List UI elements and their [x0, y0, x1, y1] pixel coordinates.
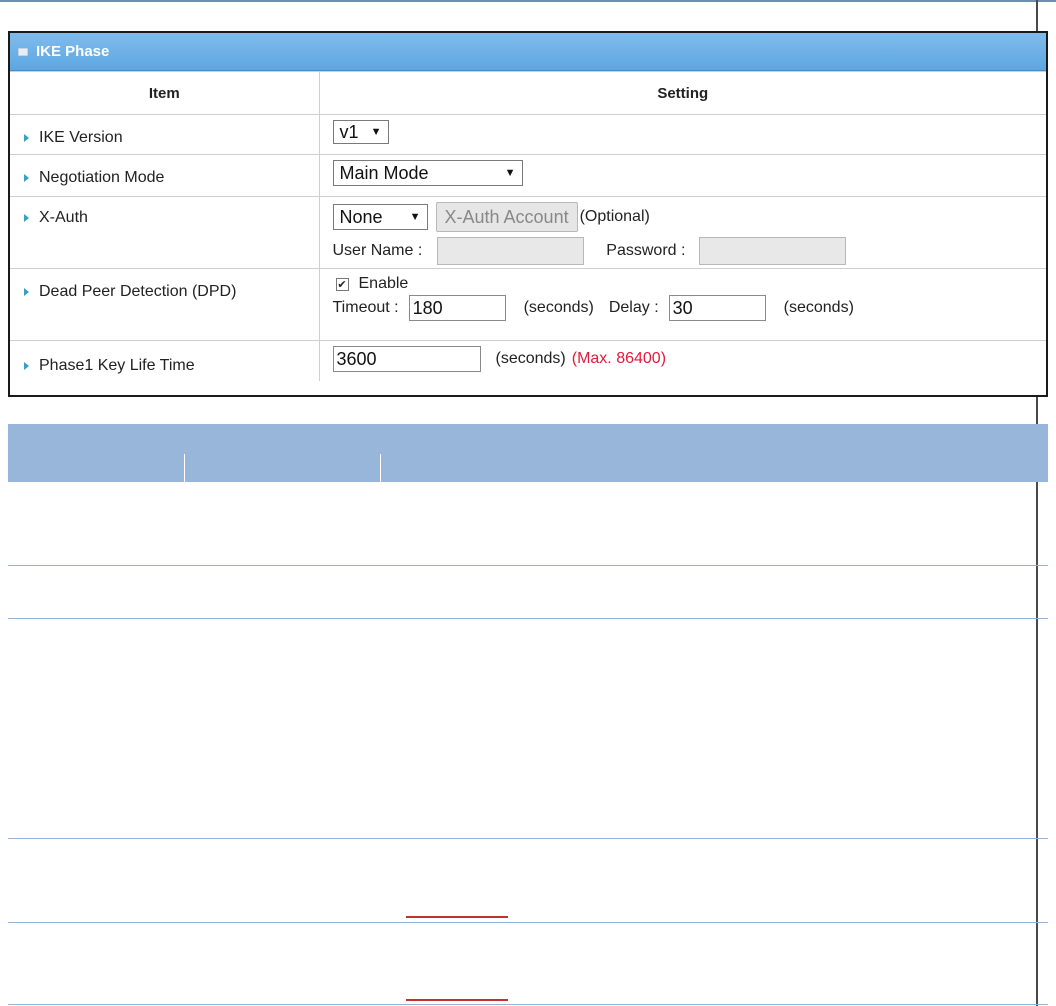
xauth-optional-text: (Optional) [579, 208, 650, 225]
key-life-seconds-text: (seconds) [495, 350, 566, 367]
description-table [8, 424, 1048, 1006]
negotiation-mode-label: Negotiation Mode [39, 169, 165, 186]
panel-header: IKE Phase [10, 33, 1046, 71]
dropdown-arrow-icon: ▼ [409, 211, 421, 223]
red-underline-mark [406, 916, 508, 918]
dpd-label: Dead Peer Detection (DPD) [39, 283, 237, 300]
column-header-item: Item [10, 71, 320, 115]
description-row [8, 482, 1048, 566]
row-key-life-time: Phase1 Key Life Time 3600 (seconds) (Max… [10, 340, 1046, 381]
row-negotiation-mode: Negotiation Mode Main Mode ▼ [10, 154, 1046, 197]
dpd-enable-checkbox[interactable]: ✔ [335, 277, 349, 291]
ike-version-select[interactable]: v1 ▼ [332, 120, 389, 144]
row-dpd: Dead Peer Detection (DPD) ✔ Enable Timeo… [10, 268, 1046, 341]
key-life-time-input[interactable]: 3600 [332, 346, 481, 372]
column-header-setting: Setting [318, 71, 1046, 115]
ike-version-label: IKE Version [39, 129, 123, 146]
description-row [8, 566, 1048, 619]
bullet-arrow-icon [24, 214, 29, 222]
dpd-enable-label: Enable [358, 275, 409, 292]
bullet-arrow-icon [24, 288, 29, 296]
delay-label: Delay : [608, 299, 659, 316]
delay-seconds-text: (seconds) [783, 299, 854, 316]
user-name-field[interactable] [437, 237, 585, 265]
key-life-time-label: Phase1 Key Life Time [39, 357, 195, 374]
xauth-account-button[interactable]: X-Auth Account [435, 202, 578, 232]
bullet-arrow-icon [24, 362, 29, 370]
panel-header-icon [18, 47, 28, 56]
timeout-label: Timeout : [332, 299, 399, 316]
row-xauth: X-Auth None ▼ X-Auth Account (Optional) … [10, 196, 1046, 269]
key-life-max-text: (Max. 86400) [571, 350, 667, 367]
description-row [8, 619, 1048, 839]
timeout-seconds-text: (seconds) [523, 299, 594, 316]
table-header-row: Item Setting [10, 71, 1046, 115]
xauth-select[interactable]: None ▼ [332, 204, 428, 230]
password-label: Password : [606, 242, 686, 259]
header-divider [380, 454, 381, 482]
delay-input[interactable]: 30 [668, 295, 766, 321]
ike-phase-panel: IKE Phase Item Setting IKE Version v1 ▼ [8, 31, 1048, 397]
description-table-header [8, 424, 1048, 482]
bullet-arrow-icon [24, 174, 29, 182]
header-divider [184, 454, 185, 482]
red-underline-mark [406, 999, 508, 1001]
bullet-arrow-icon [24, 134, 29, 142]
dropdown-arrow-icon: ▼ [504, 167, 516, 179]
user-name-label: User Name : [332, 242, 423, 259]
row-ike-version: IKE Version v1 ▼ [10, 114, 1046, 155]
timeout-input[interactable]: 180 [408, 295, 506, 321]
panel-title: IKE Phase [36, 43, 110, 60]
description-row [8, 923, 1048, 1005]
dropdown-arrow-icon: ▼ [370, 126, 382, 138]
password-field[interactable] [699, 237, 847, 265]
xauth-label: X-Auth [39, 209, 88, 226]
negotiation-mode-select[interactable]: Main Mode ▼ [332, 160, 523, 186]
top-divider [0, 0, 1056, 2]
description-row [8, 839, 1048, 923]
ike-settings-table: Item Setting IKE Version v1 ▼ Negotiatio… [10, 71, 1046, 381]
